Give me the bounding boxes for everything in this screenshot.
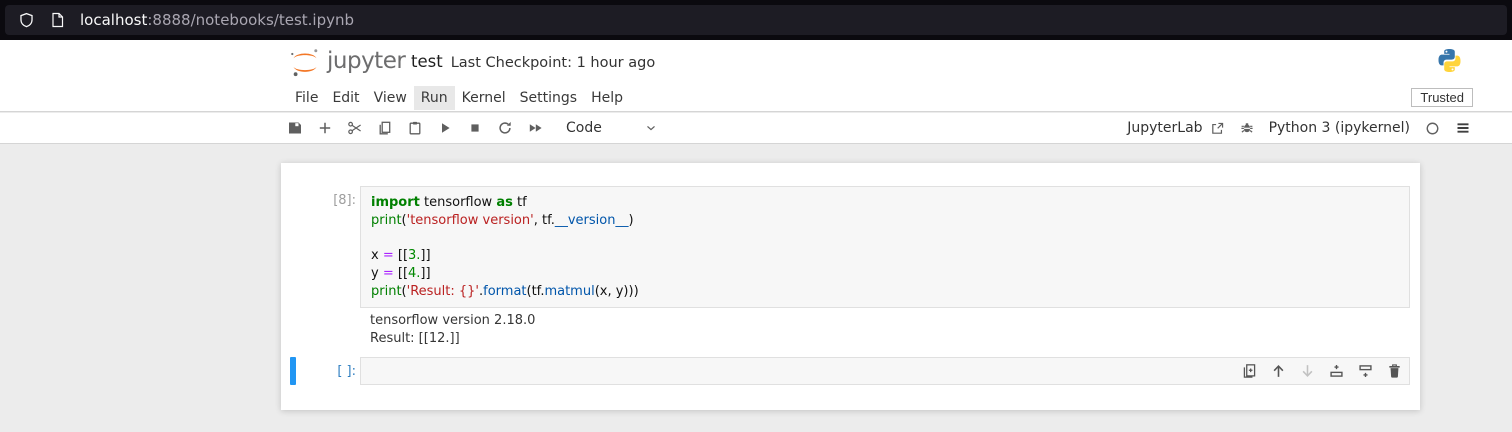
cell-type-dropdown[interactable]: Code — [566, 120, 658, 136]
menu-kernel[interactable]: Kernel — [455, 86, 513, 110]
menu-file[interactable]: File — [288, 86, 325, 110]
insert-cell-below-icon[interactable] — [1357, 363, 1374, 380]
url-path: :8888/notebooks/test.ipynb — [147, 11, 355, 29]
shield-icon[interactable] — [18, 12, 35, 29]
jupyter-header: jupyter test Last Checkpoint: 1 hour ago — [0, 40, 1512, 85]
notebook-document: [8]: import tensorflow as tf print('tenso… — [281, 163, 1420, 410]
cut-icon[interactable] — [346, 119, 364, 137]
menu-view[interactable]: View — [367, 86, 414, 110]
checkpoint-status: Last Checkpoint: 1 hour ago — [450, 55, 656, 71]
menu-edit[interactable]: Edit — [325, 86, 366, 110]
output-line: Result: [[12.]] — [370, 330, 460, 346]
open-jupyterlab-link[interactable]: JupyterLab — [1127, 120, 1224, 136]
duplicate-cell-icon[interactable] — [1241, 363, 1258, 380]
empty-cell-editor[interactable] — [360, 357, 1410, 385]
hamburger-menu-icon[interactable] — [1454, 119, 1472, 137]
run-cell-icon[interactable] — [436, 119, 454, 137]
url-field[interactable]: localhost:8888/notebooks/test.ipynb — [5, 5, 1507, 35]
trusted-button[interactable]: Trusted — [1411, 88, 1473, 107]
insert-cell-icon[interactable] — [316, 119, 334, 137]
menu-settings[interactable]: Settings — [513, 86, 584, 110]
cell-toolbar — [1241, 363, 1403, 380]
cell-input-prompt: [ ]: — [337, 364, 356, 379]
chevron-down-icon — [647, 125, 655, 131]
cell-output-area: tensorflow version 2.18.0 Result: [[12.]… — [370, 312, 535, 347]
notebook-title[interactable]: test — [411, 52, 443, 71]
url-text: localhost:8888/notebooks/test.ipynb — [80, 11, 354, 29]
output-line: tensorflow version 2.18.0 — [370, 313, 536, 328]
code-cell-editor[interactable]: import tensorflow as tf print('tensorflow… — [360, 186, 1410, 309]
menu-run[interactable]: Run — [413, 86, 455, 110]
page-info-icon[interactable] — [50, 12, 65, 28]
restart-run-all-icon[interactable] — [526, 119, 544, 137]
jupyter-logo-text: jupyter — [327, 47, 406, 74]
save-icon[interactable] — [286, 119, 304, 137]
url-host: localhost — [80, 11, 148, 29]
notebook-toolbar: Code JupyterLab Python 3 (ipykernel) — [0, 113, 1512, 144]
kernel-name[interactable]: Python 3 (ipykernel) — [1269, 120, 1410, 136]
paste-icon[interactable] — [406, 119, 424, 137]
cell-type-value: Code — [566, 120, 602, 136]
interrupt-kernel-icon[interactable] — [466, 119, 484, 137]
jupyterlab-label: JupyterLab — [1127, 120, 1203, 136]
kernel-status-icon — [1423, 119, 1441, 137]
menu-help[interactable]: Help — [584, 86, 630, 110]
insert-cell-above-icon[interactable] — [1328, 363, 1345, 380]
jupyter-logo-icon — [291, 49, 318, 77]
move-cell-down-icon[interactable] — [1299, 363, 1316, 380]
browser-url-bar: localhost:8888/notebooks/test.ipynb — [0, 0, 1512, 40]
delete-cell-icon[interactable] — [1386, 363, 1403, 380]
restart-kernel-icon[interactable] — [496, 119, 514, 137]
debugger-icon[interactable] — [1238, 119, 1256, 137]
copy-icon[interactable] — [376, 119, 394, 137]
menu-bar: File Edit View Run Kernel Settings Help … — [0, 85, 1512, 112]
python-kernel-logo-icon — [1436, 47, 1463, 78]
move-cell-up-icon[interactable] — [1270, 363, 1287, 380]
external-link-icon — [1211, 122, 1223, 134]
jupyter-logo[interactable]: jupyter — [288, 46, 406, 79]
cell-input-prompt: [8]: — [333, 193, 356, 208]
